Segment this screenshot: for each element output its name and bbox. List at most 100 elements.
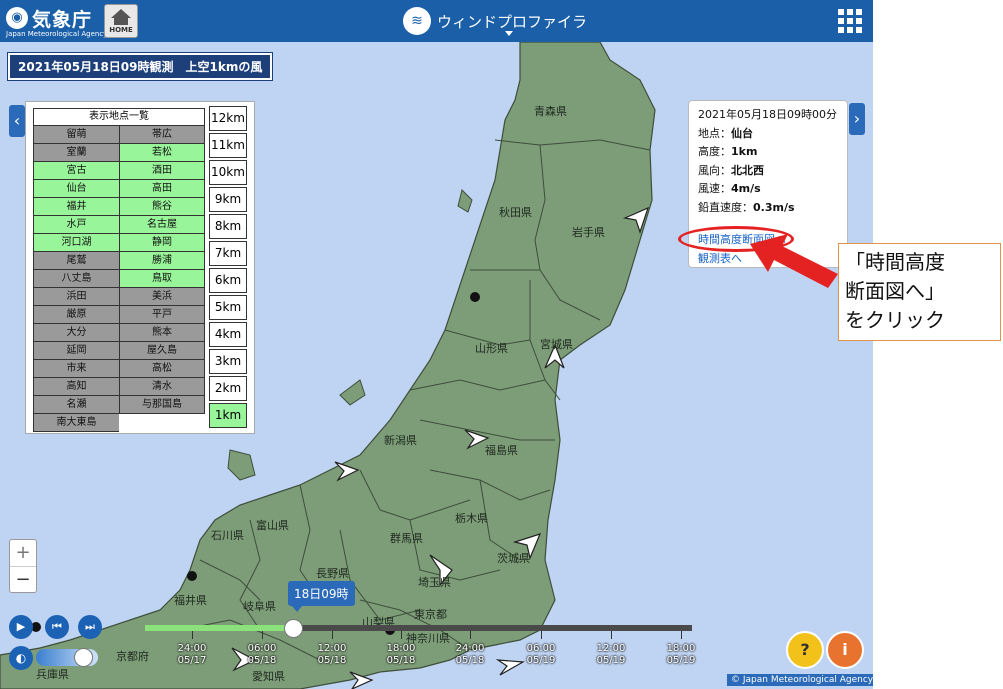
station-item[interactable]: 浜田 [33, 288, 119, 306]
altitude-option[interactable]: 6km [209, 268, 247, 293]
station-item[interactable]: 若松 [119, 144, 205, 162]
chevron-down-icon[interactable] [505, 31, 513, 36]
timeline-tick-label: 24:00 05/18 [452, 643, 488, 667]
timeline-tick [611, 631, 612, 639]
info-speed-label: 風速： [698, 182, 731, 195]
tick-date: 05/19 [596, 655, 626, 666]
altitude-option[interactable]: 8km [209, 214, 247, 239]
zoom-out-button[interactable]: − [10, 566, 36, 592]
logo-subtext: Japan Meteorological Agency [6, 30, 108, 38]
station-item[interactable]: 水戸 [33, 216, 119, 234]
grid-dot [838, 27, 844, 33]
timeline-progress [145, 625, 293, 631]
altitude-option[interactable]: 4km [209, 322, 247, 347]
station-item[interactable]: 高田 [119, 180, 205, 198]
red-arrow-icon [750, 234, 838, 288]
menu-grid-button[interactable] [838, 9, 862, 33]
station-item[interactable]: 福井 [33, 198, 119, 216]
app-header: ◉ 気象庁 Japan Meteorological Agency HOME ≋… [0, 0, 873, 42]
info-speed: 風速：4m/s [698, 180, 838, 199]
altitude-option[interactable]: 5km [209, 295, 247, 320]
station-item[interactable]: 高松 [119, 360, 205, 378]
station-dot-fukui[interactable] [187, 571, 197, 581]
help-icon[interactable]: ? [786, 631, 824, 669]
altitude-option[interactable]: 12km [209, 106, 247, 131]
station-item[interactable]: 平戸 [119, 306, 205, 324]
timeline-tick-label: 18:00 05/18 [383, 643, 419, 667]
timeline-tick [541, 631, 542, 639]
grid-dot [838, 9, 844, 15]
station-item[interactable]: 市来 [33, 360, 119, 378]
station-item[interactable]: 酒田 [119, 162, 205, 180]
station-item[interactable]: 宮古 [33, 162, 119, 180]
island [339, 379, 366, 406]
altitude-option[interactable]: 11km [209, 133, 247, 158]
station-item[interactable]: 鳥取 [119, 270, 205, 288]
timeline-tick-label: 18:00 05/19 [663, 643, 699, 667]
callout-line: 「時間高度 [845, 250, 945, 274]
altitude-option[interactable]: 1km [209, 403, 247, 428]
station-item[interactable]: 八丈島 [33, 270, 119, 288]
station-item[interactable]: 清水 [119, 378, 205, 396]
station-item[interactable]: 大分 [33, 324, 119, 342]
station-item[interactable]: 静岡 [119, 234, 205, 252]
tick-time: 12:00 [596, 643, 626, 654]
zoom-in-button[interactable]: + [10, 540, 36, 566]
timeline-tick [470, 631, 471, 639]
station-item[interactable]: 屋久島 [119, 342, 205, 360]
altitude-option[interactable]: 2km [209, 376, 247, 401]
station-item[interactable]: 仙台 [33, 180, 119, 198]
station-item[interactable]: 熊谷 [119, 198, 205, 216]
timeline-tick [262, 631, 263, 639]
station-item[interactable]: 美浜 [119, 288, 205, 306]
station-item[interactable]: 室蘭 [33, 144, 119, 162]
station-item[interactable]: 勝浦 [119, 252, 205, 270]
station-item[interactable]: 延岡 [33, 342, 119, 360]
station-item[interactable]: 熊本 [119, 324, 205, 342]
tick-date: 05/18 [455, 655, 485, 666]
opacity-slider-knob[interactable] [73, 648, 93, 667]
tick-date: 05/17 [177, 655, 207, 666]
station-item[interactable]: 厳原 [33, 306, 119, 324]
tick-time: 06:00 [247, 643, 277, 654]
info-direction-label: 風向： [698, 163, 731, 177]
chevron-right-icon[interactable]: › [849, 103, 865, 135]
jma-logo[interactable]: ◉ 気象庁 Japan Meteorological Agency [6, 5, 107, 39]
station-table: 表示地点一覧 留萌 帯広 室蘭 若松 宮古 酒田 仙台 高田 福井 熊谷 水戸 名古屋 河口湖 静岡 尾鷲勝… [33, 108, 205, 432]
pref-label: 埼玉県 [418, 576, 451, 589]
station-item[interactable]: 尾鷲 [33, 252, 119, 270]
home-icon-body [114, 18, 128, 25]
step-back-icon[interactable]: ⏮ [45, 615, 69, 639]
info-book-icon[interactable]: i [826, 631, 864, 669]
station-item[interactable]: 名瀬 [33, 396, 119, 414]
tick-date: 05/19 [526, 655, 556, 666]
station-item[interactable]: 帯広 [119, 126, 205, 144]
timeline-knob[interactable] [283, 619, 303, 638]
station-list-heading: 表示地点一覧 [33, 108, 205, 126]
step-forward-icon[interactable]: ⏭ [78, 615, 102, 639]
home-button[interactable]: HOME [104, 4, 138, 38]
page-title-menu[interactable]: ≋ ウィンドプロファイラ [403, 6, 587, 36]
station-item[interactable]: 与那国島 [119, 396, 205, 414]
play-icon[interactable]: ▶ [9, 615, 33, 639]
station-dot-sakata[interactable] [470, 292, 480, 302]
tick-time: 12:00 [317, 643, 347, 654]
altitude-option[interactable]: 10km [209, 160, 247, 185]
station-list-panel: 表示地点一覧 留萌 帯広 室蘭 若松 宮古 酒田 仙台 高田 福井 熊谷 水戸 名古屋 河口湖 静岡 尾鷲勝… [25, 101, 255, 434]
tick-time: 06:00 [526, 643, 556, 654]
station-item[interactable]: 名古屋 [119, 216, 205, 234]
info-altitude: 高度：1km [698, 143, 838, 162]
chevron-left-icon[interactable]: ‹ [9, 105, 25, 137]
timeline-track[interactable] [145, 625, 692, 631]
station-item[interactable]: 河口湖 [33, 234, 119, 252]
info-altitude-label: 高度： [698, 145, 731, 158]
station-item[interactable]: 南大東島 [33, 414, 119, 432]
altitude-option[interactable]: 9km [209, 187, 247, 212]
altitude-option[interactable]: 7km [209, 241, 247, 266]
copyright: © Japan Meteorological Agency [727, 674, 878, 686]
altitude-option[interactable]: 3km [209, 349, 247, 374]
station-item[interactable]: 高知 [33, 378, 119, 396]
station-item[interactable]: 留萌 [33, 126, 119, 144]
wind-arrow-katsuura[interactable] [495, 659, 526, 676]
pref-label: 宮城県 [540, 338, 573, 351]
